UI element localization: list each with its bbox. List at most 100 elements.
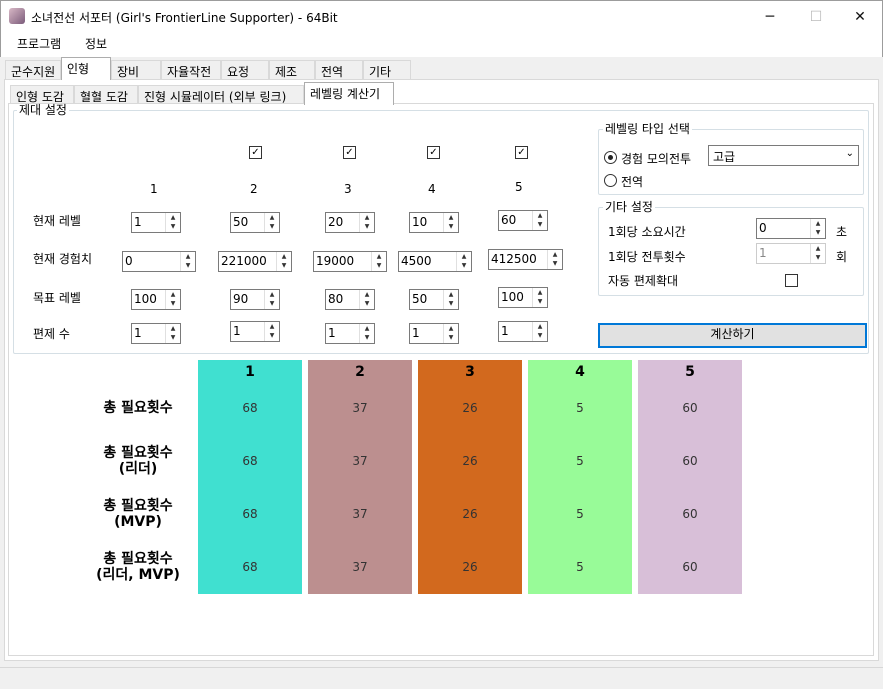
result-label-mvp: 총 필요횟수 (MVP) xyxy=(103,498,173,530)
subtab-doll-index[interactable]: 인형 도감 xyxy=(10,85,74,105)
subtab-blood-index[interactable]: 혈혈 도감 xyxy=(74,85,138,105)
menu-program[interactable]: 프로그램 xyxy=(17,35,61,52)
difficulty-select[interactable]: 고급 ⌄ xyxy=(708,145,859,166)
spinner-arrows[interactable]: ▲ ▼ xyxy=(443,290,458,309)
tab-fairy[interactable]: 요정 xyxy=(221,60,269,80)
maximize-button[interactable]: ☐ xyxy=(793,1,839,32)
spinner-arrows[interactable]: ▲ ▼ xyxy=(810,219,825,238)
target-level-label: 목표 레벨 xyxy=(33,291,81,305)
spinner-arrows[interactable]: ▲ ▼ xyxy=(443,213,458,232)
battles-per-run-input[interactable]: 1 ▲ ▼ xyxy=(756,243,826,264)
echelon-number-5: 5 xyxy=(515,180,523,194)
echelon-number-4: 4 xyxy=(428,182,436,196)
echelon-3-checkbox[interactable]: ✓ xyxy=(343,146,356,159)
time-per-run-label: 1회당 소요시간 xyxy=(608,225,686,239)
spinner-arrows[interactable]: ▲ ▼ xyxy=(547,250,562,269)
result-column-5: 5 60 60 60 60 xyxy=(638,360,742,594)
spinner-arrows[interactable]: ▲ ▼ xyxy=(532,211,547,230)
result-label-leader: 총 필요횟수 (리더) xyxy=(103,445,173,477)
time-per-run-input[interactable]: 0 ▲ ▼ xyxy=(756,218,826,239)
result-column-1: 1 68 68 68 68 xyxy=(198,360,302,594)
formation-4-input[interactable]: 1 ▲ ▼ xyxy=(409,323,459,344)
spinner-arrows[interactable]: ▲ ▼ xyxy=(359,213,374,232)
spinner-arrows[interactable]: ▲ ▼ xyxy=(264,322,279,341)
menu-info[interactable]: 정보 xyxy=(85,35,107,52)
formation-1-input[interactable]: 1 ▲ ▼ xyxy=(131,323,181,344)
subtab-formation-sim[interactable]: 진형 시뮬레이터 (외부 링크) xyxy=(138,85,304,105)
target-level-2-input[interactable]: 90 ▲ ▼ xyxy=(230,289,280,310)
current-level-label: 현재 레벨 xyxy=(33,214,81,228)
target-level-4-input[interactable]: 50 ▲ ▼ xyxy=(409,289,459,310)
campaign-radio[interactable] xyxy=(604,174,617,187)
spinner-arrows[interactable]: ▲ ▼ xyxy=(180,252,195,271)
close-button[interactable]: ✕ xyxy=(837,1,883,32)
formation-count-label: 편제 수 xyxy=(33,327,70,341)
tab-doll[interactable]: 인형 xyxy=(61,57,111,80)
tab-auto-battle[interactable]: 자율작전 xyxy=(161,60,221,80)
battles-per-run-label: 1회당 전투횟수 xyxy=(608,250,686,264)
current-exp-1-input[interactable]: 0 ▲ ▼ xyxy=(122,251,196,272)
result-column-4: 4 5555 xyxy=(528,360,632,594)
current-level-4-input[interactable]: 10 ▲ ▼ xyxy=(409,212,459,233)
exp-sim-radio[interactable] xyxy=(604,151,617,164)
current-exp-5-input[interactable]: 412500 ▲ ▼ xyxy=(488,249,563,270)
formation-2-input[interactable]: 1 ▲ ▼ xyxy=(230,321,280,342)
echelon-4-checkbox[interactable]: ✓ xyxy=(427,146,440,159)
calculate-button[interactable]: 계산하기 xyxy=(598,323,867,348)
tab-production[interactable]: 제조 xyxy=(269,60,315,80)
current-exp-2-input[interactable]: 221000 ▲ ▼ xyxy=(218,251,292,272)
auto-expand-label: 자동 편제확대 xyxy=(608,274,679,288)
spinner-arrows[interactable]: ▲ ▼ xyxy=(456,252,471,271)
spinner-arrows[interactable]: ▲ ▼ xyxy=(532,322,547,341)
spinner-arrows[interactable]: ▲ ▼ xyxy=(165,213,180,232)
app-icon xyxy=(9,8,25,24)
auto-expand-checkbox[interactable] xyxy=(785,274,798,287)
tab-campaign[interactable]: 전역 xyxy=(315,60,363,80)
subtab-leveling-calc[interactable]: 레벨링 계산기 xyxy=(304,82,394,105)
spinner-arrows[interactable]: ▲ ▼ xyxy=(276,252,291,271)
spinner-arrows[interactable]: ▲ ▼ xyxy=(165,290,180,309)
current-level-3-input[interactable]: 20 ▲ ▼ xyxy=(325,212,375,233)
formation-3-input[interactable]: 1 ▲ ▼ xyxy=(325,323,375,344)
exp-sim-label: 경험 모의전투 xyxy=(621,152,692,166)
echelon-settings-label: 제대 설정 xyxy=(17,103,69,117)
spinner-arrows[interactable]: ▲ ▼ xyxy=(371,252,386,271)
tab-etc[interactable]: 기타 xyxy=(363,60,411,80)
window-title: 소녀전선 서포터 (Girl's FrontierLine Supporter)… xyxy=(31,11,338,25)
current-level-1-input[interactable]: 1 ▲ ▼ xyxy=(131,212,181,233)
status-bar xyxy=(0,667,883,689)
target-level-3-input[interactable]: 80 ▲ ▼ xyxy=(325,289,375,310)
current-exp-4-input[interactable]: 4500 ▲ ▼ xyxy=(398,251,472,272)
current-exp-label: 현재 경험치 xyxy=(33,252,93,266)
title-bar: 소녀전선 서포터 (Girl's FrontierLine Supporter)… xyxy=(0,0,883,31)
target-level-1-input[interactable]: 100 ▲ ▼ xyxy=(131,289,181,310)
spinner-arrows[interactable]: ▲ ▼ xyxy=(359,290,374,309)
tab-equipment[interactable]: 장비 xyxy=(111,60,161,80)
spinner-arrows[interactable]: ▲ ▼ xyxy=(264,290,279,309)
echelon-2-checkbox[interactable]: ✓ xyxy=(249,146,262,159)
result-label-total: 총 필요횟수 xyxy=(103,400,173,416)
echelon-5-checkbox[interactable]: ✓ xyxy=(515,146,528,159)
minimize-button[interactable]: ─ xyxy=(747,1,793,32)
spinner-arrows[interactable]: ▲ ▼ xyxy=(810,244,825,263)
formation-5-input[interactable]: 1 ▲ ▼ xyxy=(498,321,548,342)
current-level-5-input[interactable]: 60 ▲ ▼ xyxy=(498,210,548,231)
spinner-arrows[interactable]: ▲ ▼ xyxy=(359,324,374,343)
echelon-number-1: 1 xyxy=(150,182,158,196)
current-level-2-input[interactable]: 50 ▲ ▼ xyxy=(230,212,280,233)
current-exp-3-input[interactable]: 19000 ▲ ▼ xyxy=(313,251,387,272)
time-unit: 초 xyxy=(836,225,848,239)
target-level-5-input[interactable]: 100 ▲ ▼ xyxy=(498,287,548,308)
result-column-2: 2 37 37 37 37 xyxy=(308,360,412,594)
leveling-type-label: 레벨링 타입 선택 xyxy=(603,122,692,136)
spinner-arrows[interactable]: ▲ ▼ xyxy=(264,213,279,232)
campaign-label: 전역 xyxy=(621,175,644,189)
echelon-number-3: 3 xyxy=(344,182,352,196)
result-column-3: 3 26 26 26 26 xyxy=(418,360,522,594)
spinner-arrows[interactable]: ▲ ▼ xyxy=(165,324,180,343)
spinner-arrows[interactable]: ▲ ▼ xyxy=(443,324,458,343)
echelon-number-2: 2 xyxy=(250,182,258,196)
tab-logistics[interactable]: 군수지원 xyxy=(5,60,61,80)
menu-bar: 프로그램 정보 xyxy=(0,31,883,57)
spinner-arrows[interactable]: ▲ ▼ xyxy=(532,288,547,307)
